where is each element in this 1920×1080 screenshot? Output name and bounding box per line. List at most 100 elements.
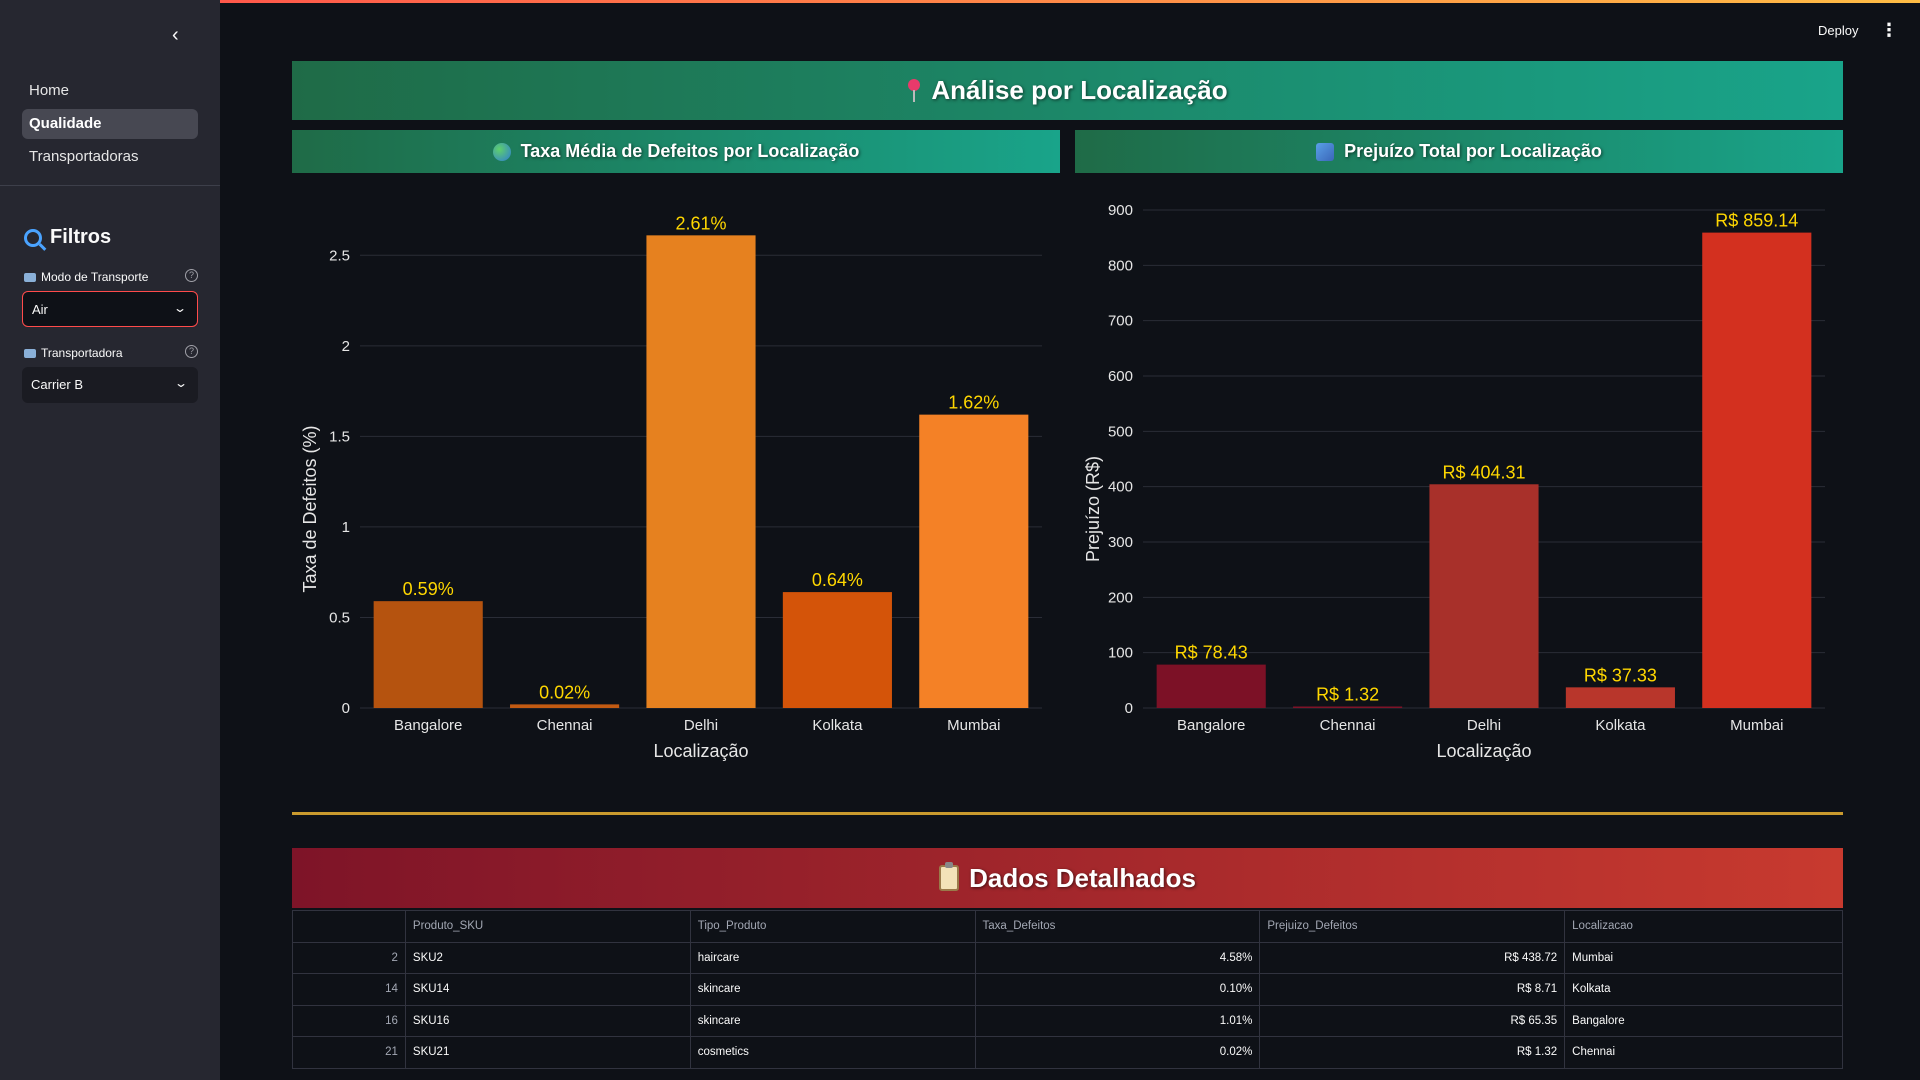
x-axis-title: Localização xyxy=(653,741,748,761)
y-tick-label: 400 xyxy=(1108,479,1133,496)
x-tick-label: Mumbai xyxy=(1730,717,1783,734)
x-tick-label: Mumbai xyxy=(947,717,1000,734)
more-menu-icon[interactable]: ⋮ xyxy=(1880,20,1898,41)
bar-delhi xyxy=(646,235,756,708)
chevron-down-icon: ⌄ xyxy=(172,301,188,315)
index-header xyxy=(292,910,406,943)
data-table[interactable]: Produto_SKU Tipo_Produto Taxa_Defeitos P… xyxy=(292,910,1843,1069)
sidebar-item-home[interactable]: Home xyxy=(22,76,198,106)
table-cell[interactable]: SKU16 xyxy=(404,1004,691,1037)
help-icon[interactable]: ? xyxy=(185,345,198,358)
column-header[interactable]: Taxa_Defeitos xyxy=(974,910,1261,943)
row-index: 2 xyxy=(292,941,406,974)
building-icon xyxy=(24,348,36,358)
table-cell[interactable]: haircare xyxy=(689,941,976,974)
page-title-banner: Análise por Localização xyxy=(292,61,1843,120)
y-axis-title: Taxa de Defeitos (%) xyxy=(300,425,320,592)
column-header[interactable]: Localizacao xyxy=(1564,910,1843,943)
y-tick-label: 300 xyxy=(1108,534,1133,551)
table-cell[interactable]: 0.02% xyxy=(974,1036,1261,1069)
bar-chennai xyxy=(1293,706,1403,708)
y-tick-label: 900 xyxy=(1108,202,1133,219)
top-accent-bar xyxy=(0,0,1920,3)
pin-icon xyxy=(907,78,921,103)
table-cell[interactable]: skincare xyxy=(689,1004,976,1037)
bar-chennai xyxy=(510,704,620,708)
y-tick-label: 700 xyxy=(1108,313,1133,330)
sidebar-nav: Home Qualidade Transportadoras xyxy=(22,76,198,175)
data-label: R$ 1.32 xyxy=(1316,685,1379,705)
table-cell[interactable]: Mumbai xyxy=(1564,941,1843,974)
table-row[interactable]: 14 SKU14 skincare 0.10% R$ 8.71 Kolkata xyxy=(292,973,1843,1006)
filters-heading: Filtros xyxy=(24,226,111,249)
table-row[interactable]: 2 SKU2 haircare 4.58% R$ 438.72 Mumbai xyxy=(292,941,1843,974)
table-cell[interactable]: skincare xyxy=(689,973,976,1006)
select-value: Carrier B xyxy=(31,377,84,392)
chart2-title: Prejuízo Total por Localização xyxy=(1344,141,1602,161)
collapse-sidebar-icon[interactable]: ‹ xyxy=(172,24,192,48)
table-cell[interactable]: R$ 65.35 xyxy=(1259,1004,1566,1037)
column-header[interactable]: Tipo_Produto xyxy=(689,910,976,943)
bar-mumbai xyxy=(919,414,1029,708)
chart1-title: Taxa Média de Defeitos por Localização xyxy=(520,141,860,161)
table-cell[interactable]: SKU2 xyxy=(404,941,691,974)
data-label: R$ 78.43 xyxy=(1175,643,1248,663)
column-header[interactable]: Produto_SKU xyxy=(404,910,691,943)
table-cell[interactable]: SKU14 xyxy=(404,973,691,1006)
map-icon xyxy=(1316,142,1335,161)
x-axis-title: Localização xyxy=(1436,741,1531,761)
data-label: 0.59% xyxy=(403,579,454,599)
sidebar: ‹ Home Qualidade Transportadoras Filtros… xyxy=(0,0,220,1080)
table-cell[interactable]: Bangalore xyxy=(1564,1004,1843,1037)
table-cell[interactable]: R$ 8.71 xyxy=(1259,973,1566,1006)
x-tick-label: Kolkata xyxy=(1595,717,1646,734)
y-tick-label: 200 xyxy=(1108,589,1133,606)
x-tick-label: Bangalore xyxy=(394,717,462,734)
clipboard-icon xyxy=(939,862,960,891)
y-tick-label: 100 xyxy=(1108,645,1133,662)
loss-chart: 0 100 200 300 400 500 600 700 800 900 R$ 78.43 Bang… xyxy=(1075,180,1843,780)
table-cell[interactable]: SKU21 xyxy=(404,1036,691,1069)
bar-kolkata xyxy=(782,592,892,708)
table-cell[interactable]: R$ 1.32 xyxy=(1259,1036,1566,1069)
bar-mumbai xyxy=(1702,232,1812,708)
table-cell[interactable]: 0.10% xyxy=(974,973,1261,1006)
table-row[interactable]: 16 SKU16 skincare 1.01% R$ 65.35 Bangalore xyxy=(292,1004,1843,1037)
help-icon[interactable]: ? xyxy=(185,269,198,282)
chart1-title-banner: Taxa Média de Defeitos por Localização xyxy=(292,130,1060,173)
y-tick-label: 0 xyxy=(1125,700,1133,717)
table-row[interactable]: 21 SKU21 cosmetics 0.02% R$ 1.32 Chennai xyxy=(292,1036,1843,1069)
select-value: Air xyxy=(32,302,48,317)
data-label: 2.61% xyxy=(675,213,726,233)
carrier-select[interactable]: Carrier B ⌄ xyxy=(22,367,198,403)
table-cell[interactable]: Kolkata xyxy=(1564,973,1843,1006)
x-tick-label: Kolkata xyxy=(812,717,863,734)
row-index: 16 xyxy=(292,1004,406,1037)
sidebar-item-transportadoras[interactable]: Transportadoras xyxy=(22,142,198,172)
table-cell[interactable]: 4.58% xyxy=(974,941,1261,974)
loss-chart-svg: 0 100 200 300 400 500 600 700 800 900 R$ 78.43 Bang… xyxy=(1083,202,1825,761)
y-tick-label: 0.5 xyxy=(329,609,350,626)
table-cell[interactable]: Chennai xyxy=(1564,1036,1843,1069)
y-tick-label: 0 xyxy=(342,700,350,717)
x-tick-label: Chennai xyxy=(537,717,593,734)
table-title-banner: Dados Detalhados xyxy=(292,848,1843,908)
table-cell[interactable]: R$ 438.72 xyxy=(1259,941,1566,974)
y-axis-title: Prejuízo (R$) xyxy=(1083,456,1103,562)
column-header[interactable]: Prejuizo_Defeitos xyxy=(1259,910,1566,943)
table-cell[interactable]: cosmetics xyxy=(689,1036,976,1069)
x-tick-label: Delhi xyxy=(1467,717,1501,734)
sidebar-item-qualidade[interactable]: Qualidade xyxy=(22,109,198,139)
filter-label-text: Modo de Transporte xyxy=(41,270,149,284)
truck-icon xyxy=(24,272,36,282)
filters-heading-label: Filtros xyxy=(50,226,112,248)
table-cell[interactable]: 1.01% xyxy=(974,1004,1261,1037)
y-tick-label: 1 xyxy=(342,519,350,536)
deploy-button[interactable]: Deploy xyxy=(1818,23,1858,38)
filter-label-transport-mode: Modo de Transporte ? xyxy=(24,269,198,284)
x-tick-label: Chennai xyxy=(1320,717,1376,734)
globe-icon xyxy=(492,142,511,161)
bar-kolkata xyxy=(1565,687,1675,708)
transport-mode-select[interactable]: Air ⌄ xyxy=(22,291,198,327)
magnifier-icon xyxy=(24,228,42,247)
